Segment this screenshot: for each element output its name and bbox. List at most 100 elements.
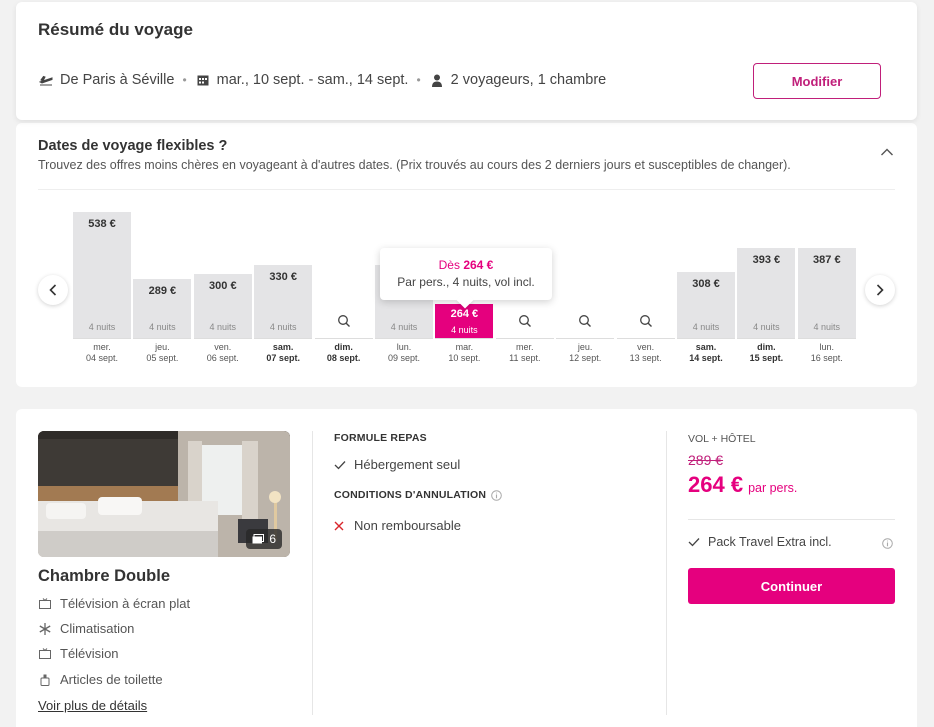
baseline <box>314 338 373 339</box>
amenity-item: Articles de toilette <box>38 672 163 687</box>
current-price: 264 € <box>688 472 744 497</box>
baseline <box>495 338 554 339</box>
date-option[interactable]: 387 € 4 nuits lun. 16 sept. <box>797 207 856 367</box>
flex-dates-subtitle: Trouvez des offres moins chères en voyag… <box>38 158 791 172</box>
baseline <box>616 338 675 339</box>
day-name: mer. <box>516 342 534 352</box>
amenity-label: Télévision <box>60 646 119 661</box>
day-date: 15 sept. <box>749 353 784 363</box>
day-date: 11 sept. <box>509 353 541 363</box>
selected-price-bar[interactable]: 264 € 4 nuits <box>435 304 494 338</box>
day-date: 05 sept. <box>146 353 179 363</box>
search-icon[interactable] <box>518 314 532 328</box>
baseline <box>375 338 433 339</box>
previous-dates-button[interactable] <box>38 275 68 305</box>
bar-price: 393 € <box>752 254 781 266</box>
column-divider <box>312 431 313 715</box>
day-date: 14 sept. <box>689 353 723 363</box>
continue-button[interactable]: Continuer <box>688 568 895 604</box>
bar-nights: 4 nuits <box>753 322 780 332</box>
baseline <box>193 338 252 339</box>
divider <box>688 519 895 520</box>
date-option[interactable]: 330 € 4 nuits sam. 07 sept. <box>254 207 313 367</box>
meal-plan-title: FORMULE REPAS <box>334 432 427 444</box>
bar-price: 387 € <box>813 254 841 266</box>
baseline <box>133 338 192 339</box>
price-bar[interactable]: 330 € 4 nuits <box>254 265 313 338</box>
check-icon <box>334 460 348 470</box>
day-name: mar. <box>455 342 474 352</box>
day-date: 07 sept. <box>266 353 300 363</box>
bar-nights: 4 nuits <box>390 322 418 332</box>
date-option[interactable]: dim. 08 sept. <box>314 207 373 367</box>
dates-text: mar., 10 sept. - sam., 14 sept. <box>216 72 409 88</box>
bar-nights: 4 nuits <box>88 322 116 332</box>
day-date: 13 sept. <box>629 353 662 363</box>
divider <box>38 189 895 190</box>
trip-summary-card: Résumé du voyage De Paris à Séville • ma… <box>16 2 917 120</box>
bar-nights: 4 nuits <box>692 322 720 332</box>
modify-button[interactable]: Modifier <box>753 63 881 99</box>
pack-included: Pack Travel Extra incl. <box>688 535 832 549</box>
info-icon[interactable] <box>882 538 893 549</box>
day-name: sam. <box>695 342 717 352</box>
price-bar[interactable]: 300 € 4 nuits <box>193 274 252 338</box>
room-photo[interactable]: 6 <box>38 431 290 557</box>
baseline <box>797 338 856 339</box>
flexible-dates-card: Dates de voyage flexibles ? Trouvez des … <box>16 123 917 387</box>
baseline <box>556 338 615 339</box>
person-icon <box>429 72 445 88</box>
cancellation-option-label: Non remboursable <box>354 518 461 533</box>
photo-count-badge[interactable]: 6 <box>246 529 282 549</box>
day-name: mer. <box>93 342 111 352</box>
day-date: 12 sept. <box>569 353 602 363</box>
per-person-label: par pers. <box>748 481 798 495</box>
chevron-up-icon[interactable] <box>880 147 894 157</box>
flex-dates-title: Dates de voyage flexibles ? <box>38 138 228 154</box>
bar-nights: 4 nuits <box>209 322 237 332</box>
day-name: dim. <box>334 342 353 352</box>
room-offer-card: 6 Chambre Double Télévision à écran plat… <box>16 409 917 727</box>
more-details-link[interactable]: Voir plus de détails <box>38 698 147 713</box>
date-option[interactable]: ven. 13 sept. <box>616 207 675 367</box>
amenity-label: Articles de toilette <box>60 672 163 687</box>
day-name: sam. <box>272 342 294 352</box>
date-option[interactable]: 300 € 4 nuits ven. 06 sept. <box>193 207 252 367</box>
date-option[interactable]: 308 € 4 nuits sam. 14 sept. <box>677 207 735 367</box>
price-bar[interactable]: 387 € 4 nuits <box>797 248 856 338</box>
day-date: 06 sept. <box>206 353 239 363</box>
tv-icon <box>38 597 52 611</box>
amenity-label: Climatisation <box>60 621 135 636</box>
price-bar[interactable]: 289 € 4 nuits <box>133 279 192 338</box>
date-option[interactable]: jeu. 12 sept. <box>556 207 615 367</box>
info-icon[interactable] <box>491 489 502 501</box>
date-option[interactable]: 393 € 4 nuits dim. 15 sept. <box>737 207 796 367</box>
bar-price: 289 € <box>148 285 177 297</box>
price-bar[interactable]: 393 € 4 nuits <box>737 248 796 338</box>
baseline <box>435 338 494 339</box>
search-icon[interactable] <box>337 314 351 328</box>
price-tooltip: Dès 264 € Par pers., 4 nuits, vol incl. <box>380 248 552 300</box>
cancellation-title: CONDITIONS D'ANNULATION <box>334 489 502 501</box>
price-bar[interactable]: 308 € 4 nuits <box>677 272 735 338</box>
bar-price: 300 € <box>209 280 237 292</box>
chevron-right-icon <box>876 284 884 296</box>
photo-count: 6 <box>269 532 276 546</box>
bar-price: 538 € <box>88 218 116 230</box>
calendar-icon <box>195 72 211 88</box>
separator-dot: • <box>182 73 187 87</box>
travelers-text: 2 voyageurs, 1 chambre <box>450 72 607 88</box>
date-option[interactable]: 289 € 4 nuits jeu. 05 sept. <box>133 207 192 367</box>
bar-price: 330 € <box>269 271 297 283</box>
cross-icon <box>334 521 348 531</box>
bar-nights: 4 nuits <box>149 322 176 332</box>
price-bar[interactable]: 538 € 4 nuits <box>73 212 131 338</box>
meal-option-label: Hébergement seul <box>354 457 461 472</box>
meal-option: Hébergement seul <box>334 457 460 472</box>
pack-label: Pack Travel Extra incl. <box>708 535 832 549</box>
column-divider <box>666 431 667 715</box>
search-icon[interactable] <box>639 314 653 328</box>
date-option[interactable]: 538 € 4 nuits mer. 04 sept. <box>73 207 131 367</box>
day-name: ven. <box>637 342 655 352</box>
search-icon[interactable] <box>578 314 592 328</box>
